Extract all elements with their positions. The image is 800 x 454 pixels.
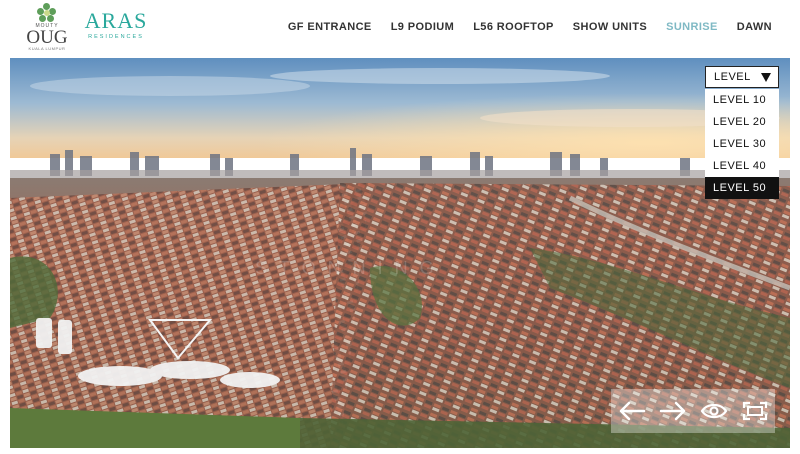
main-nav: GF ENTRANCE L9 PODIUM L56 ROOFTOP SHOW U… xyxy=(269,21,772,33)
aras-logo[interactable]: ARAS RESIDENCES xyxy=(84,8,148,41)
aras-logo-name: ARAS xyxy=(84,8,148,33)
nav-l9-podium[interactable]: L9 PODIUM xyxy=(391,21,455,33)
fullscreen-icon[interactable] xyxy=(739,395,771,427)
level-options: LEVEL 10 LEVEL 20 LEVEL 30 LEVEL 40 LEVE… xyxy=(705,89,779,199)
level-option-50[interactable]: LEVEL 50 xyxy=(705,177,779,199)
nav-gf-entrance[interactable]: GF ENTRANCE xyxy=(288,21,372,33)
aras-logo-sub: RESIDENCES xyxy=(88,34,144,40)
svg-text:STONNING: STONNING xyxy=(255,258,446,278)
header: MOUTY OUG KUALA LUMPUR ARAS RESIDENCES G… xyxy=(0,0,800,56)
arrow-left-icon[interactable] xyxy=(616,395,648,427)
nav-l56-rooftop[interactable]: L56 ROOFTOP xyxy=(473,21,554,33)
nav-show-units[interactable]: SHOW UNITS xyxy=(573,21,647,33)
level-option-30[interactable]: LEVEL 30 xyxy=(705,133,779,155)
level-option-10[interactable]: LEVEL 10 xyxy=(705,89,779,111)
oug-logo-tag: KUALA LUMPUR xyxy=(28,46,66,51)
level-option-20[interactable]: LEVEL 20 xyxy=(705,111,779,133)
nav-dawn[interactable]: DAWN xyxy=(737,21,772,33)
eye-icon[interactable] xyxy=(698,395,730,427)
oug-logo-name: OUG xyxy=(26,27,68,48)
caret-down-icon xyxy=(761,73,771,82)
flower-icon xyxy=(37,3,57,23)
level-select-label: LEVEL xyxy=(714,71,751,83)
level-option-40[interactable]: LEVEL 40 xyxy=(705,155,779,177)
level-select[interactable]: LEVEL xyxy=(705,66,779,88)
view-controls xyxy=(611,389,775,433)
nav-sunrise[interactable]: SUNRISE xyxy=(666,21,718,33)
arrow-right-icon[interactable] xyxy=(657,395,689,427)
oug-logo[interactable]: MOUTY OUG KUALA LUMPUR xyxy=(24,3,70,53)
